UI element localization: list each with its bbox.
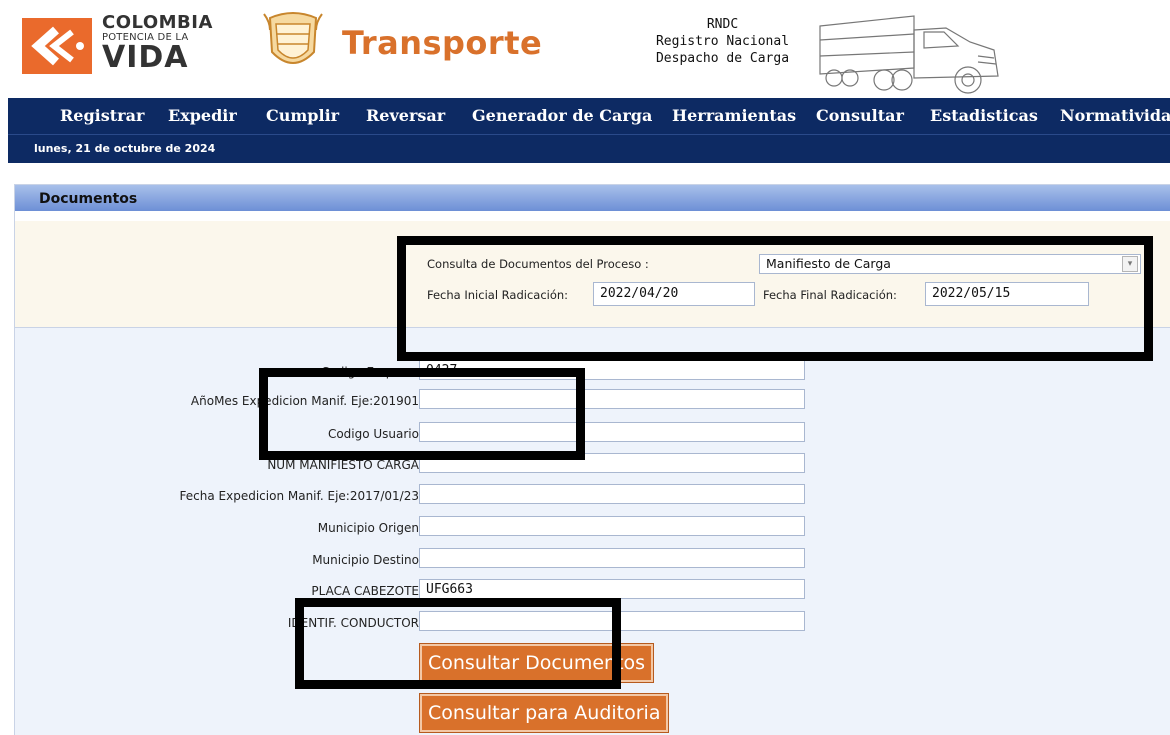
fecha-expedicion-input[interactable]	[419, 484, 805, 504]
nav-divider	[8, 134, 1170, 135]
identif-conductor-label: IDENTIF. CONDUCTOR	[287, 616, 419, 630]
coat-of-arms-icon	[263, 12, 323, 64]
truck-icon	[819, 15, 999, 94]
chevron-down-icon[interactable]: ▾	[1122, 256, 1138, 272]
num-manifiesto-input[interactable]	[419, 453, 805, 473]
colombia-potencia-icon	[22, 18, 92, 74]
nav-reversar[interactable]: Reversar	[366, 106, 445, 125]
nav-cumplir[interactable]: Cumplir	[266, 106, 339, 125]
fecha-final-input[interactable]: 2022/05/15	[925, 282, 1089, 306]
municipio-origen-label: Municipio Origen	[317, 521, 419, 535]
consultar-auditoria-button[interactable]: Consultar para Auditoria	[418, 693, 670, 733]
main-navbar: Registrar Expedir Cumplir Reversar Gener…	[8, 98, 1170, 163]
rndc-line2: Registro Nacional	[655, 34, 790, 49]
documentos-panel: Documentos Consulta de Documentos del Pr…	[14, 184, 1170, 735]
rndc-acronym: RNDC	[706, 17, 739, 32]
nav-normatividad[interactable]: Normatividad	[1060, 106, 1170, 125]
nav-registrar[interactable]: Registrar	[60, 106, 144, 125]
anomes-expedicion-input[interactable]	[419, 389, 805, 409]
consultar-documentos-button[interactable]: Consultar Documentos	[418, 643, 655, 683]
header: COLOMBIA POTENCIA DE LA VIDA Transporte …	[0, 0, 1170, 98]
fecha-inicial-label: Fecha Inicial Radicación:	[427, 288, 569, 302]
municipio-destino-input[interactable]	[419, 548, 805, 568]
nav-herramientas[interactable]: Herramientas	[672, 106, 796, 125]
codigo-empresa-label: Codigo Empresa	[321, 365, 419, 379]
municipio-destino-label: Municipio Destino	[312, 553, 419, 567]
placa-cabezote-input[interactable]: UFG663	[419, 579, 805, 599]
fecha-expedicion-label: Fecha Expedicion Manif. Eje:2017/01/23	[179, 489, 419, 503]
panel-title: Documentos	[39, 191, 138, 207]
process-select-value: Manifiesto de Carga	[766, 256, 891, 271]
codigo-usuario-input[interactable]	[419, 422, 805, 442]
fecha-inicial-input[interactable]: 2022/04/20	[593, 282, 755, 306]
logo-colombia-text: COLOMBIA	[102, 12, 213, 33]
identif-conductor-input[interactable]	[419, 611, 805, 631]
process-label: Consulta de Documentos del Proceso :	[427, 257, 649, 271]
fecha-final-label: Fecha Final Radicación:	[763, 288, 897, 302]
nav-estadisticas[interactable]: Estadisticas	[930, 106, 1038, 125]
num-manifiesto-label: NUM MANIFIESTO CARGA	[267, 458, 419, 472]
process-select[interactable]: Manifiesto de Carga ▾	[759, 254, 1141, 274]
colombia-logo: COLOMBIA POTENCIA DE LA VIDA	[22, 14, 232, 78]
nav-generador-de-carga[interactable]: Generador de Carga	[472, 106, 652, 125]
codigo-usuario-label: Codigo Usuario	[327, 427, 419, 441]
logo-vida-text: VIDA	[102, 40, 189, 75]
rndc-title: RNDC Registro Nacional Despacho de Carga	[640, 16, 805, 67]
rndc-line3: Despacho de Carga	[655, 51, 790, 66]
anomes-expedicion-label: AñoMes Expedicion Manif. Eje:201901	[190, 394, 419, 408]
panel-header: Documentos	[15, 185, 1170, 211]
filter-area: Consulta de Documentos del Proceso : Man…	[15, 221, 1170, 327]
codigo-empresa-input[interactable]: 0427	[419, 360, 805, 380]
municipio-origen-input[interactable]	[419, 516, 805, 536]
nav-consultar[interactable]: Consultar	[816, 106, 904, 125]
ministry-name: Transporte	[342, 24, 543, 62]
placa-cabezote-label: PLACA CABEZOTE	[311, 584, 419, 598]
nav-expedir[interactable]: Expedir	[168, 106, 237, 125]
current-date: lunes, 21 de octubre de 2024	[34, 142, 216, 155]
